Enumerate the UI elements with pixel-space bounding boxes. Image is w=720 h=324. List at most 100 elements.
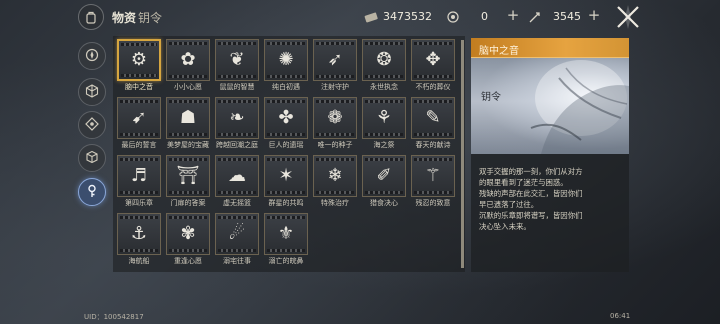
currency-two-value: 0 [481,9,488,23]
sidebar-item-compass[interactable] [78,42,106,70]
item-cell[interactable]: ✎ 春天的献诗 [411,97,455,151]
sidebar-item-cube[interactable] [78,78,106,106]
item-cell[interactable]: ✥ 不朽的葬仪 [411,39,455,93]
item-cell[interactable]: ⚜ 溺亡的皖鼻 [264,213,308,267]
item-emblem-icon: ➶ [327,49,343,70]
item-cell[interactable]: ⛩ 门扉的答案 [166,155,210,209]
item-cell[interactable]: ☄ 溺宅往事 [215,213,259,267]
detail-description: 双手交握的那一刻，你们从对方 的眼里看到了迷茫与困惑。残缺的声部在此交汇，皆因你们… [479,166,629,232]
description-line: 早已遗落了过往。 [479,200,539,209]
user-id: UID：100542817 [84,313,144,321]
item-emblem-icon: ❧ [229,107,245,128]
item-thumbnail: ☁ [215,155,259,197]
item-thumbnail: ⚜ [264,213,308,255]
item-label: 重逢心愿 [174,257,202,265]
add-currency-two-button[interactable]: + [506,6,520,24]
item-emblem-icon: ♬ [130,165,148,186]
item-cell[interactable]: ❧ 跨越回潮之庭 [215,97,259,151]
item-label: 海航船 [128,257,150,265]
item-label: 小小心愿 [174,83,202,91]
item-label: 第四乐章 [125,199,153,207]
item-cell[interactable]: ✾ 重逢心愿 [166,213,210,267]
item-thumbnail: ⚙ [117,39,161,81]
description-line: 双手交握的那一刻，你们从对方 [479,167,583,176]
item-thumbnail: ✾ [166,213,210,255]
item-label: 脑中之音 [125,83,153,91]
item-cell[interactable]: ⚚ 残忍的致意 [411,155,455,209]
currency-three-counter: 3545 [528,7,581,25]
item-cell[interactable]: ✶ 群星的共鸣 [264,155,308,209]
hexagon-cube-icon [85,83,99,102]
box-icon [85,149,99,168]
item-cell[interactable]: ⚘ 海之祭 [362,97,406,151]
item-thumbnail: ✐ [362,155,406,197]
top-bar: 物资 钥令 3473532 0 + 3545 + [0,0,720,34]
sidebar-item-box[interactable] [78,144,106,172]
item-thumbnail: ⚘ [362,97,406,139]
sidebar-item-target[interactable] [78,111,106,139]
ticket-icon [364,9,378,23]
item-emblem-icon: ✥ [425,49,441,70]
item-emblem-icon: ✐ [376,165,392,186]
sidebar-item-key[interactable] [78,178,106,206]
item-cell[interactable]: ☁ 虚无摇篮 [215,155,259,209]
item-label: 猎食决心 [370,199,398,207]
description-line: 的眼里看到了迷茫与困惑。 [479,178,568,187]
item-thumbnail: ✥ [411,39,455,81]
description-line: 残缺的声部在此交汇，皆因你们 [479,189,583,198]
page-subtitle: 钥令 [138,11,163,25]
item-emblem-icon: ❁ [327,107,343,128]
item-thumbnail: ❦ [215,39,259,81]
item-label: 虚无摇篮 [223,199,251,207]
item-emblem-icon: ➹ [131,107,147,128]
item-cell[interactable]: ☗ 美梦屋的宝藏 [166,97,210,151]
item-emblem-icon: ☁ [228,165,246,186]
lantern-icon [446,9,460,23]
gold-counter: 3473532 [364,7,432,25]
item-artwork: 钥令 [471,58,629,154]
backpack-icon[interactable] [78,4,104,30]
item-cell[interactable]: ✐ 猎食决心 [362,155,406,209]
item-thumbnail: ❧ [215,97,259,139]
grid-scrollbar[interactable] [461,40,464,268]
item-thumbnail: ♬ [117,155,161,197]
item-label: 永世执念 [370,83,398,91]
item-label: 最后的誓言 [121,141,157,149]
item-label: 溺宅往事 [223,257,251,265]
item-cell[interactable]: ❂ 永世执念 [362,39,406,93]
item-emblem-icon: ✺ [278,49,294,70]
item-cell[interactable]: ❦ 鼠鼠的智慧 [215,39,259,93]
crossed-swords-icon[interactable] [614,5,642,29]
item-cell[interactable]: ✿ 小小心愿 [166,39,210,93]
item-emblem-icon: ☄ [228,223,246,244]
compass-icon [85,47,99,66]
item-thumbnail: ❁ [313,97,357,139]
item-cell[interactable]: ✤ 巨人的遗瑶 [264,97,308,151]
detail-category: 钥令 [481,92,501,103]
item-cell[interactable]: ❁ 唯一的种子 [313,97,357,151]
add-currency-three-button[interactable]: + [587,6,601,24]
item-thumbnail: ⚚ [411,155,455,197]
item-thumbnail: ⚓ [117,213,161,255]
clock: 06:41 [610,312,631,320]
detail-title: 脑中之音 [479,46,519,57]
item-label: 海之祭 [373,141,395,149]
item-emblem-icon: ✿ [180,49,196,70]
item-cell[interactable]: ❄ 特殊治疗 [313,155,357,209]
item-cell[interactable]: ✺ 纯白初遇 [264,39,308,93]
item-cell[interactable]: ♬ 第四乐章 [117,155,161,209]
item-emblem-icon: ⚜ [277,223,295,244]
item-label: 注射守护 [321,83,349,91]
item-thumbnail: ✶ [264,155,308,197]
item-thumbnail: ☗ [166,97,210,139]
item-cell[interactable]: ⚙ 脑中之音 [117,39,161,93]
scrollbar-thumb[interactable] [461,40,464,268]
item-cell[interactable]: ➶ 注射守护 [313,39,357,93]
item-cell[interactable]: ⚓ 海航船 [117,213,161,267]
item-thumbnail: ➶ [313,39,357,81]
item-label: 美梦屋的宝藏 [167,141,209,149]
item-label: 纯白初遇 [272,83,300,91]
item-cell[interactable]: ➹ 最后的誓言 [117,97,161,151]
page-title: 物资 [112,11,137,25]
item-emblem-icon: ⚘ [375,107,393,128]
